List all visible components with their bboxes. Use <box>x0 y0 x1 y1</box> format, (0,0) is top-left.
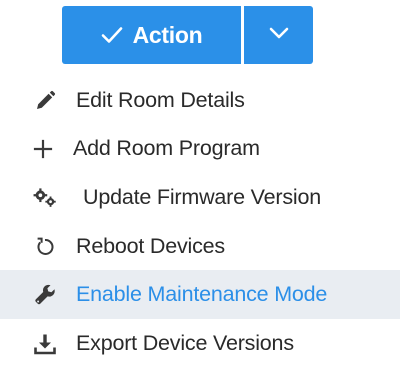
action-button[interactable]: Action <box>62 6 241 64</box>
plus-icon <box>31 137 55 161</box>
menu-item-label: Export Device Versions <box>76 331 294 355</box>
menu-item-export-device-versions[interactable]: Export Device Versions <box>0 319 400 368</box>
menu-item-update-firmware-version[interactable]: Update Firmware Version <box>0 173 400 222</box>
action-button-label: Action <box>132 21 203 48</box>
menu-item-label: Reboot Devices <box>76 234 225 258</box>
pencil-icon <box>33 89 57 113</box>
download-icon <box>33 332 57 356</box>
menu-item-label: Enable Maintenance Mode <box>76 282 328 306</box>
wrench-icon <box>33 283 57 307</box>
chevron-down-icon <box>268 26 290 45</box>
menu-item-edit-room-details[interactable]: Edit Room Details <box>0 76 400 125</box>
action-split-button: Action <box>62 6 313 64</box>
menu-item-reboot-devices[interactable]: Reboot Devices <box>0 222 400 271</box>
action-dropdown-toggle[interactable] <box>244 6 313 64</box>
reboot-icon <box>33 235 57 259</box>
gears-icon <box>33 186 57 210</box>
action-dropdown-screen: Action Edit Room Details Add Room Progra… <box>0 0 400 373</box>
menu-item-label: Update Firmware Version <box>83 185 321 209</box>
menu-item-label: Edit Room Details <box>76 88 245 112</box>
menu-item-add-room-program[interactable]: Add Room Program <box>0 124 400 173</box>
menu-item-label: Add Room Program <box>73 136 260 160</box>
check-icon <box>101 26 123 44</box>
menu-item-enable-maintenance-mode[interactable]: Enable Maintenance Mode <box>0 270 400 319</box>
